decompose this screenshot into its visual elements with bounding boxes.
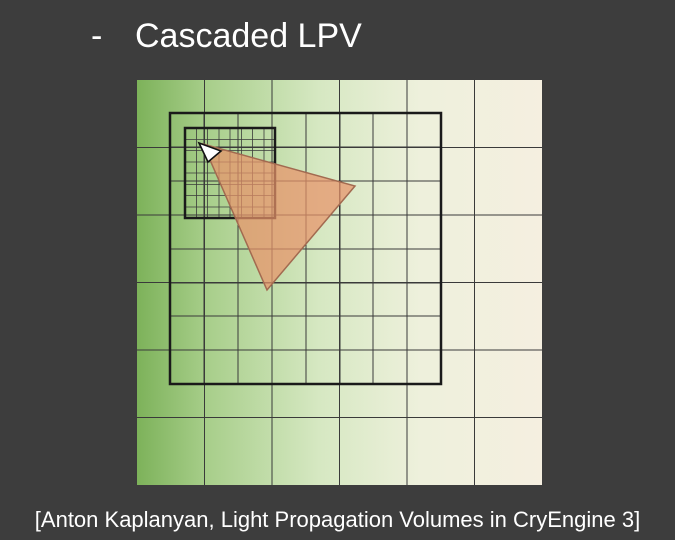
cascaded-lpv-diagram — [137, 80, 542, 485]
bullet-dash: - — [91, 17, 103, 55]
slide-title: Cascaded LPV — [135, 17, 362, 55]
citation-caption: [Anton Kaplanyan, Light Propagation Volu… — [34, 507, 641, 532]
